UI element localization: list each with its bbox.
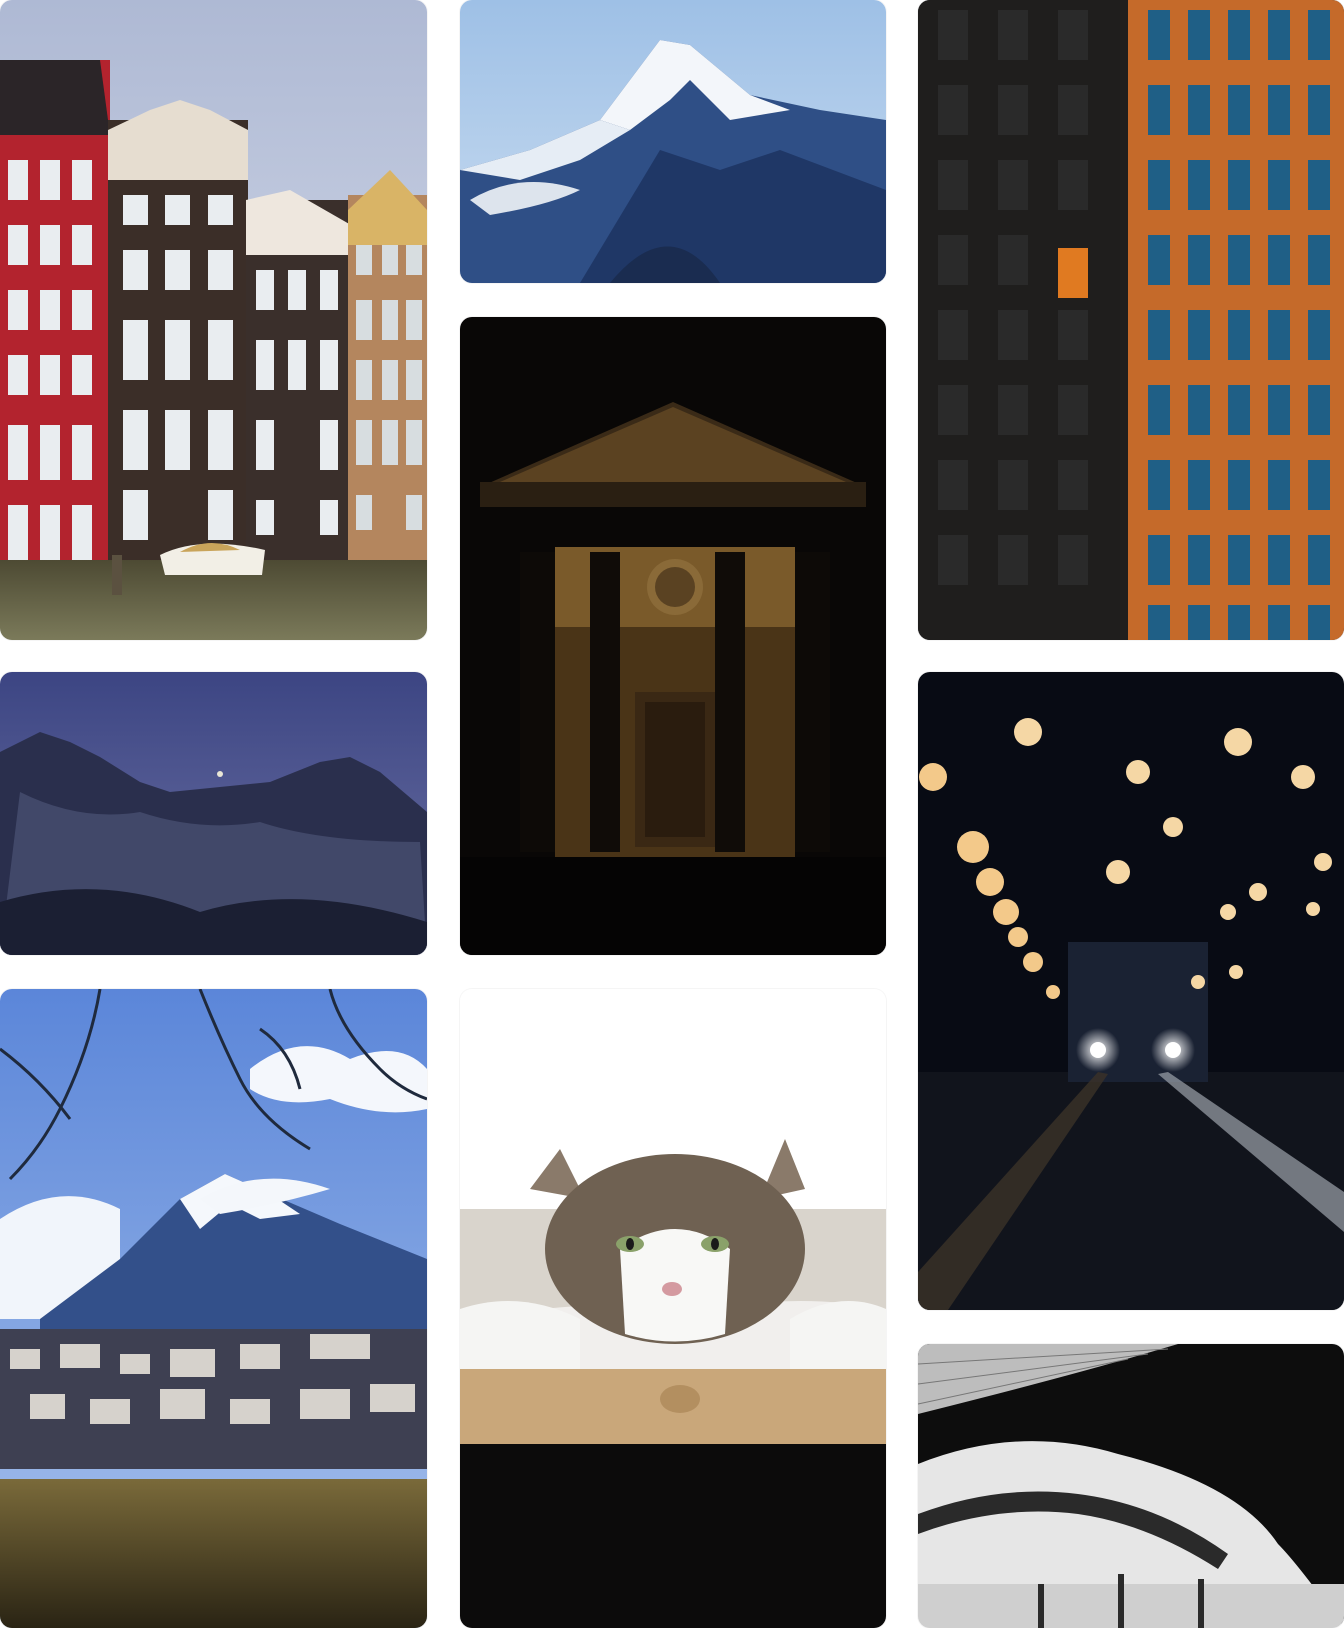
canal-houses-image bbox=[0, 0, 427, 640]
portico-image bbox=[460, 317, 886, 955]
gallery-image-portico[interactable] bbox=[460, 317, 886, 955]
mountain-image bbox=[460, 0, 886, 283]
gallery-image-mountain-town[interactable] bbox=[0, 989, 427, 1628]
gallery-image-dusk-ridge[interactable] bbox=[0, 672, 427, 955]
highrise-image bbox=[918, 0, 1344, 640]
cat-image bbox=[460, 989, 886, 1628]
christmas-street-image bbox=[918, 672, 1344, 1310]
gallery-image-overpass[interactable] bbox=[918, 1344, 1344, 1628]
image-gallery bbox=[0, 0, 1344, 1628]
mountain-town-image bbox=[0, 989, 427, 1628]
gallery-image-highrise[interactable] bbox=[918, 0, 1344, 640]
dusk-ridge-image bbox=[0, 672, 427, 955]
gallery-image-cat[interactable] bbox=[460, 989, 886, 1628]
gallery-image-christmas-street[interactable] bbox=[918, 672, 1344, 1310]
gallery-image-amsterdam[interactable] bbox=[0, 0, 427, 640]
overpass-image bbox=[918, 1344, 1344, 1628]
gallery-image-snowy-mountain[interactable] bbox=[460, 0, 886, 283]
